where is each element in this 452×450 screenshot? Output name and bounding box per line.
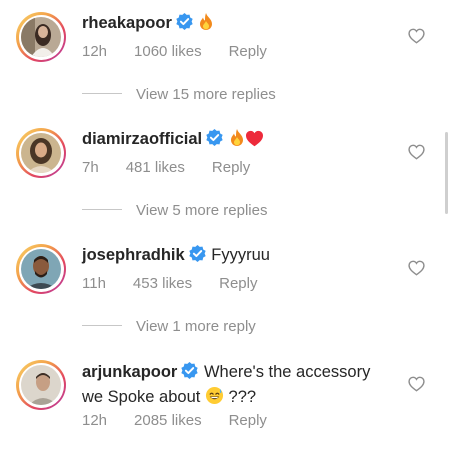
likes-count[interactable]: 453 likes	[133, 275, 192, 292]
view-more-replies[interactable]: View 1 more reply	[82, 318, 256, 338]
likes-count[interactable]: 2085 likes	[134, 412, 202, 429]
verified-badge-icon	[175, 12, 194, 37]
divider	[82, 325, 122, 326]
avatar[interactable]	[16, 128, 66, 178]
like-heart-icon[interactable]	[408, 260, 425, 276]
avatar[interactable]	[16, 12, 66, 62]
view-more-label: View 1 more reply	[136, 318, 256, 335]
likes-count[interactable]: 1060 likes	[134, 43, 202, 60]
view-more-label: View 15 more replies	[136, 86, 276, 103]
verified-badge-icon	[188, 244, 207, 269]
avatar[interactable]	[16, 244, 66, 294]
divider	[82, 93, 122, 94]
view-more-replies[interactable]: View 15 more replies	[82, 86, 276, 106]
like-heart-icon[interactable]	[408, 144, 425, 160]
username[interactable]: rheakapoor	[82, 14, 172, 32]
reply-button[interactable]: Reply	[212, 159, 250, 176]
comment-time: 12h	[82, 43, 108, 60]
divider	[82, 209, 122, 210]
username[interactable]: josephradhik	[82, 246, 185, 264]
reply-button[interactable]: Reply	[229, 412, 267, 429]
scrollbar[interactable]	[445, 132, 448, 214]
username[interactable]: arjunkapoor	[82, 363, 177, 381]
like-heart-icon[interactable]	[408, 376, 425, 392]
like-heart-icon[interactable]	[408, 28, 425, 44]
reply-button[interactable]: Reply	[219, 275, 257, 292]
comment-text-continued: we Spoke about	[82, 388, 201, 406]
avatar[interactable]	[16, 360, 66, 410]
fire-emoji-icon	[198, 12, 214, 37]
comment-time: 12h	[82, 412, 108, 429]
verified-badge-icon	[205, 128, 224, 153]
fire-emoji-icon	[229, 128, 245, 153]
comment-text: Fyyyruu	[211, 246, 270, 264]
sweat-smile-emoji-icon	[205, 386, 224, 411]
verified-badge-icon	[180, 361, 199, 386]
view-more-replies[interactable]: View 5 more replies	[82, 202, 267, 222]
comment-time: 7h	[82, 159, 99, 176]
likes-count[interactable]: 481 likes	[126, 159, 185, 176]
reply-button[interactable]: Reply	[229, 43, 267, 60]
red-heart-emoji-icon	[245, 130, 264, 153]
view-more-label: View 5 more replies	[136, 202, 268, 219]
comment-text: Where's the accessory	[203, 363, 371, 381]
username[interactable]: diamirzaofficial	[82, 130, 202, 148]
comment-time: 11h	[82, 275, 106, 292]
comment-text-end: ???	[228, 388, 257, 406]
